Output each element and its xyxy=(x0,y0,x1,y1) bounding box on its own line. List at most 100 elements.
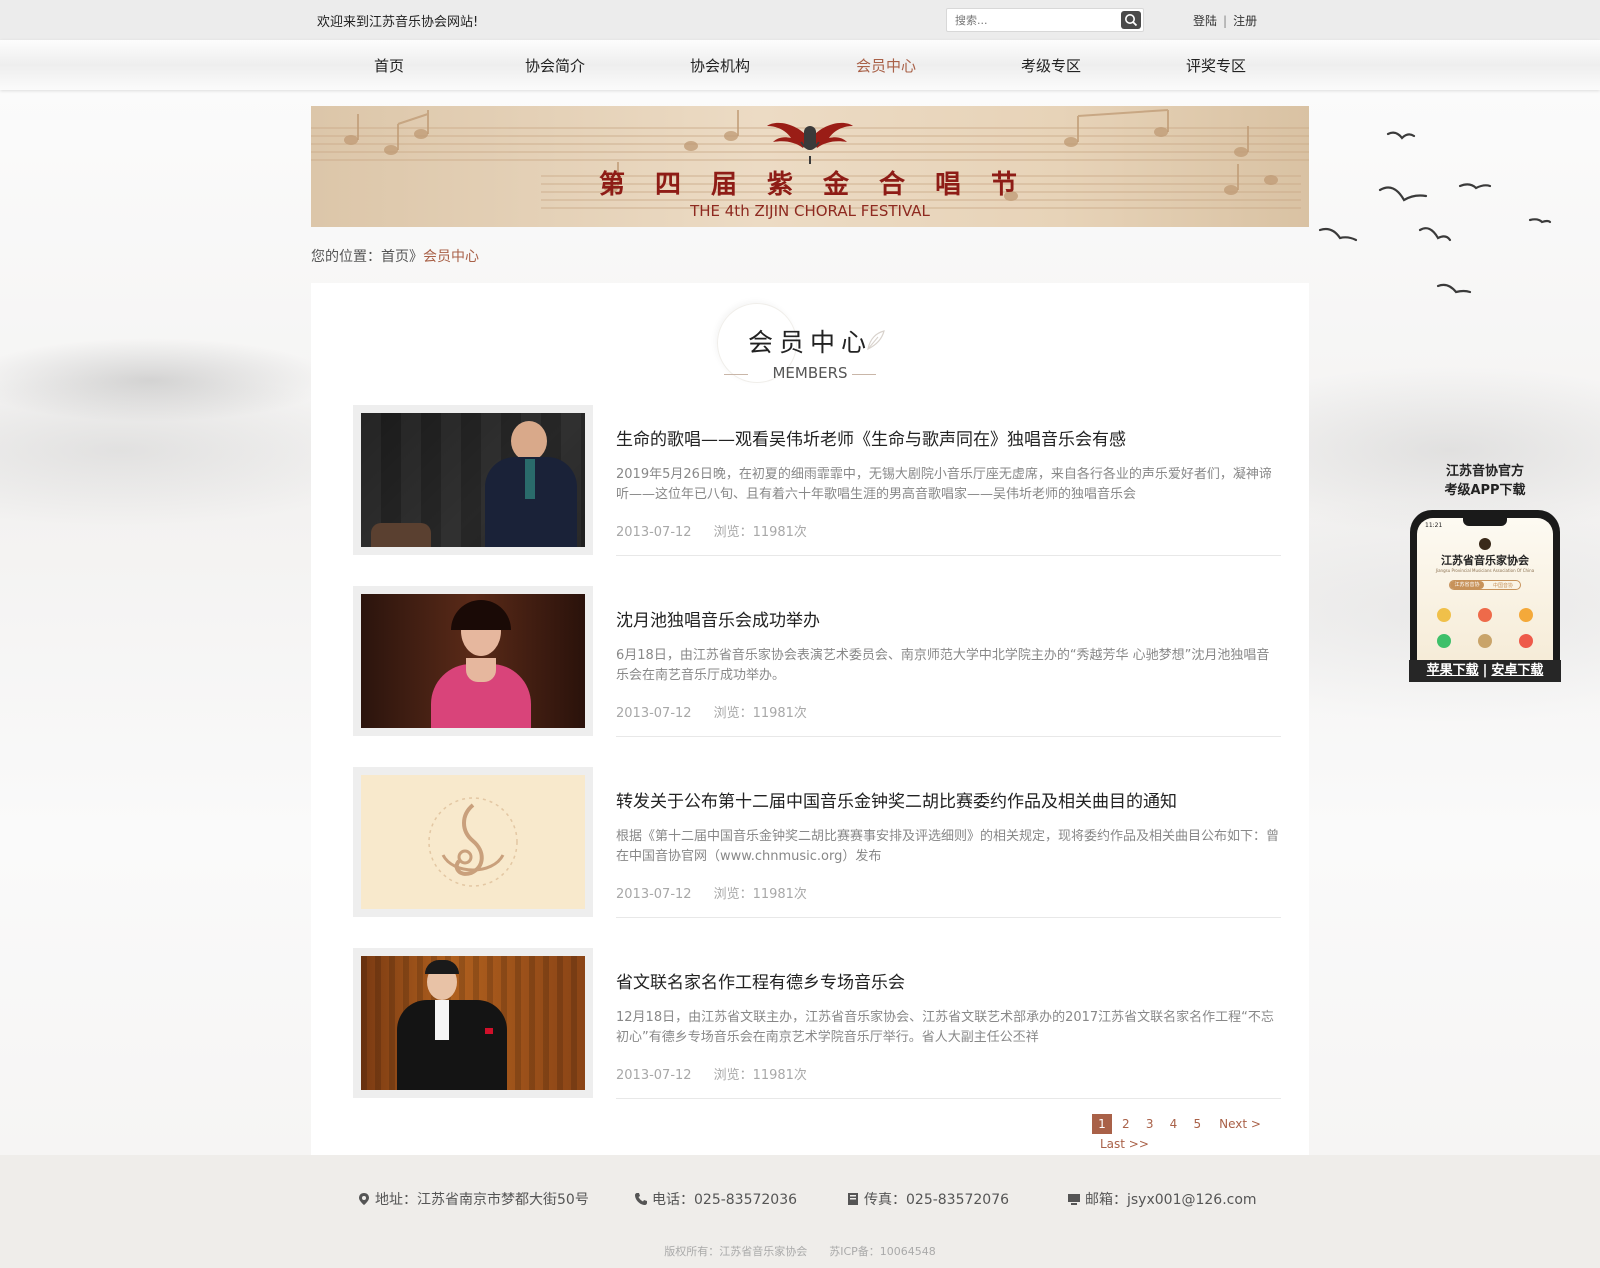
singer-photo xyxy=(361,956,585,1090)
list-item: 转发关于公布第十二届中国音乐金钟奖二胡比赛委约作品及相关曲目的通知 根据《第十二… xyxy=(353,767,1281,919)
winged-microphone-logo xyxy=(767,122,853,164)
icp-text: 苏ICP备：10064548 xyxy=(829,1245,936,1258)
location-pin-icon xyxy=(359,1193,369,1205)
breadcrumb: 您的位置：首页》会员中心 xyxy=(311,246,479,266)
article-title[interactable]: 沈月池独唱音乐会成功举办 xyxy=(616,606,820,631)
phone-tab-jiangsu: 江苏省音协 xyxy=(1450,581,1484,589)
article-date: 2013-07-12 xyxy=(616,1068,692,1083)
search-input[interactable] xyxy=(947,9,1117,32)
divider xyxy=(616,1098,1281,1099)
search-box xyxy=(946,8,1144,32)
download-bar: 苹果下载 | 安卓下载 xyxy=(1409,660,1561,682)
app-feature-icon xyxy=(1437,608,1451,622)
page-3[interactable]: 3 xyxy=(1140,1114,1160,1134)
register-link[interactable]: 注册 xyxy=(1233,14,1257,28)
auth-separator: | xyxy=(1223,14,1228,28)
main-content: 会员中心 MEMBERS 生命的歌唱——观看吴伟圻老师《生命与歌声同在》独唱音乐… xyxy=(311,283,1309,1155)
article-title[interactable]: 转发关于公布第十二届中国音乐金钟奖二胡比赛委约作品及相关曲目的通知 xyxy=(616,787,1177,812)
phone-icon xyxy=(635,1193,647,1205)
singer-photo xyxy=(361,413,585,547)
phone-tabs: 江苏省音协 中国音协 xyxy=(1449,580,1521,590)
copyright-text: 版权所有：江苏省音乐家协会 xyxy=(664,1245,808,1258)
feather-icon xyxy=(867,330,885,351)
download-separator: | xyxy=(1482,663,1488,678)
breadcrumb-prefix: 您的位置： xyxy=(311,249,381,265)
footer-email: 邮箱：jsyx001@126.com xyxy=(1067,1189,1257,1209)
article-thumbnail[interactable] xyxy=(353,405,593,555)
page-4[interactable]: 4 xyxy=(1163,1114,1183,1134)
article-meta: 2013-07-12 浏览：11981次 xyxy=(616,702,807,721)
article-views: 浏览：11981次 xyxy=(713,706,807,721)
footer-phone-text: 电话：025-83572036 xyxy=(652,1192,798,1208)
divider xyxy=(616,917,1281,918)
article-summary: 根据《第十二届中国音乐金钟奖二胡比赛赛事安排及评选细则》的相关规定，现将委约作品… xyxy=(616,829,1280,864)
footer-email-text: 邮箱：jsyx001@126.com xyxy=(1085,1192,1257,1208)
article-thumbnail[interactable] xyxy=(353,586,593,736)
page-5[interactable]: 5 xyxy=(1187,1114,1207,1134)
android-download-link[interactable]: 安卓下载 xyxy=(1491,663,1543,678)
fax-icon xyxy=(848,1193,858,1205)
association-emblem-image xyxy=(361,775,585,909)
article-date: 2013-07-12 xyxy=(616,887,692,902)
footer-fax-text: 传真：025-83572076 xyxy=(864,1192,1010,1208)
nav-item-organization[interactable]: 协会机构 xyxy=(660,55,780,76)
phone-tab-china: 中国音协 xyxy=(1492,583,1513,589)
breadcrumb-current: 会员中心 xyxy=(423,249,479,265)
copyright: 版权所有：江苏省音乐家协会 苏ICP备：10064548 xyxy=(0,1243,1600,1259)
nav-item-members[interactable]: 会员中心 xyxy=(826,55,946,76)
app-download-widget: 江苏音协官方 考级APP下载 11:21 江苏省音乐家协会 Jiangsu Pr… xyxy=(1409,462,1561,682)
footer-fax: 传真：025-83572076 xyxy=(846,1189,1009,1209)
last-page-link[interactable]: Last >> xyxy=(1096,1134,1153,1154)
footer-address-text: 地址：江苏省南京市梦都大街50号 xyxy=(375,1192,589,1208)
article-title[interactable]: 省文联名家名作工程有德乡专场音乐会 xyxy=(616,968,905,993)
article-title[interactable]: 生命的歌唱——观看吴伟圻老师《生命与歌声同在》独唱音乐会有感 xyxy=(616,425,1126,450)
breadcrumb-home[interactable]: 首页 xyxy=(381,249,409,265)
banner-subtitle: THE 4th ZIJIN CHORAL FESTIVAL xyxy=(690,202,930,220)
phone-app-english-name: Jiangsu Provincial Musicians Association… xyxy=(1435,568,1535,573)
article-date: 2013-07-12 xyxy=(616,525,692,540)
festival-banner: 第四届紫金合唱节 THE 4th ZIJIN CHORAL FESTIVAL xyxy=(311,106,1309,227)
divider xyxy=(616,555,1281,556)
nav-item-grading[interactable]: 考级专区 xyxy=(991,55,1111,76)
treble-clef-emblem-icon xyxy=(428,797,518,887)
article-views: 浏览：11981次 xyxy=(713,525,807,540)
welcome-text: 欢迎来到江苏音乐协会网站! xyxy=(317,15,479,30)
page-2[interactable]: 2 xyxy=(1116,1114,1136,1134)
divider xyxy=(616,736,1281,737)
article-summary: 2019年5月26日晚，在初夏的细雨霏霏中，无锡大剧院小音乐厅座无虚席，来自各行… xyxy=(616,467,1272,502)
nav-item-home[interactable]: 首页 xyxy=(329,55,449,76)
article-date: 2013-07-12 xyxy=(616,706,692,721)
app-feature-icon xyxy=(1478,608,1492,622)
list-item: 沈月池独唱音乐会成功举办 6月18日，由江苏省音乐家协会表演艺术委员会、南京师范… xyxy=(353,586,1281,738)
login-link[interactable]: 登陆 xyxy=(1193,14,1217,28)
phone-time: 11:21 xyxy=(1425,522,1443,529)
singer-photo xyxy=(361,594,585,728)
article-thumbnail[interactable] xyxy=(353,767,593,917)
page-1[interactable]: 1 xyxy=(1092,1114,1112,1134)
footer-address: 地址：江苏省南京市梦都大街50号 xyxy=(357,1189,589,1209)
banner-title: 第四届紫金合唱节 xyxy=(598,170,1047,200)
app-feature-icon xyxy=(1478,634,1492,648)
article-summary: 12月18日，由江苏省文联主办，江苏省音乐家协会、江苏省文联艺术部承办的2017… xyxy=(616,1010,1274,1045)
phone-screen: 11:21 江苏省音乐家协会 Jiangsu Provincial Musici… xyxy=(1417,518,1553,660)
app-feature-icon xyxy=(1437,634,1451,648)
app-widget-title-line1: 江苏音协官方 xyxy=(1445,464,1524,479)
app-widget-title-line2: 考级APP下载 xyxy=(1444,483,1526,498)
article-summary: 6月18日，由江苏省音乐家协会表演艺术委员会、南京师范大学中北学院主办的“秀越芳… xyxy=(616,648,1270,683)
auth-links: 登陆 | 注册 xyxy=(1193,12,1257,29)
article-meta: 2013-07-12 浏览：11981次 xyxy=(616,883,807,902)
search-button[interactable] xyxy=(1121,11,1141,29)
nav-item-about[interactable]: 协会简介 xyxy=(495,55,615,76)
nav-item-awards[interactable]: 评奖专区 xyxy=(1156,55,1276,76)
article-thumbnail[interactable] xyxy=(353,948,593,1098)
breadcrumb-separator: 》 xyxy=(409,249,423,265)
next-page-link[interactable]: Next > xyxy=(1215,1114,1265,1134)
pagination: 1 2 3 4 5 Next > Last >> xyxy=(1092,1114,1309,1154)
list-item: 省文联名家名作工程有德乡专场音乐会 12月18日，由江苏省文联主办，江苏省音乐家… xyxy=(353,948,1281,1100)
ios-download-link[interactable]: 苹果下载 xyxy=(1427,663,1479,678)
phone-mockup: 11:21 江苏省音乐家协会 Jiangsu Provincial Musici… xyxy=(1409,510,1561,682)
monitor-icon xyxy=(1068,1194,1080,1205)
article-meta: 2013-07-12 浏览：11981次 xyxy=(616,1064,807,1083)
app-logo-icon xyxy=(1479,538,1491,550)
footer: 地址：江苏省南京市梦都大街50号 电话：025-83572036 传真：025-… xyxy=(0,1155,1600,1268)
